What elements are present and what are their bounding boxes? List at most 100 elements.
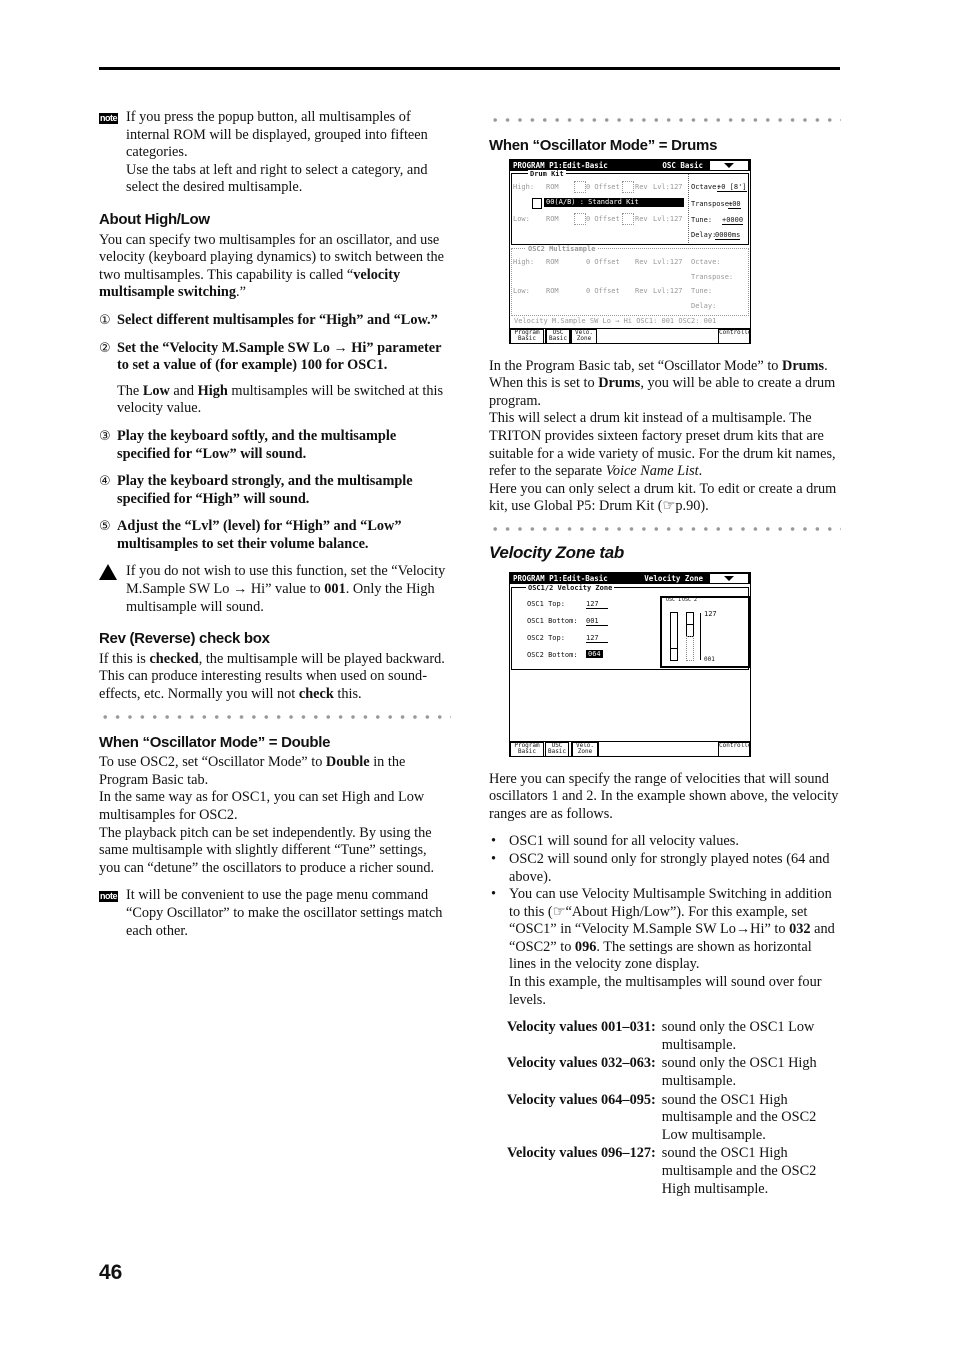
step-item: ② Set the “Velocity M.Sample SW Lo → Hi” …: [99, 340, 451, 375]
caution-icon: [99, 564, 117, 581]
step-text: Play the keyboard softly, and the multis…: [117, 428, 451, 463]
drum-kit-selector[interactable]: 00(A/B) : Standard Kit: [544, 197, 684, 207]
velocity-range: Velocity values 001–031:: [507, 1019, 656, 1036]
delay-value[interactable]: 0000ms: [715, 231, 741, 240]
tune-value[interactable]: +0000: [722, 216, 744, 225]
lcd-tab-bar: Program Basic OSC Basic Velo. Zone Contr…: [510, 327, 750, 343]
text-run: and: [169, 382, 198, 399]
osc2-bottom-value[interactable]: 064: [586, 649, 603, 658]
note-text: If you press the popup button, all multi…: [126, 109, 451, 197]
note-paragraph: It will be convenient to use the page me…: [126, 887, 451, 940]
osc2-top-value[interactable]: 127: [586, 634, 608, 643]
graph-scale: [700, 612, 701, 660]
bullet-text: You can use Velocity Multisample Switchi…: [509, 886, 841, 1009]
osc2-tune-label: Tune:: [691, 286, 713, 295]
paragraph: You can specify two multisamples for an …: [99, 232, 451, 302]
text-run: Play the keyboard strongly, and the mult…: [117, 473, 413, 507]
high-rom: ROM: [546, 182, 559, 191]
osc1-zone-bar: [670, 611, 678, 661]
osc2-low-offset: 0 Offset: [586, 286, 620, 295]
text-run-bold: Low: [142, 382, 170, 399]
bullet-item: • You can use Velocity Multisample Switch…: [489, 886, 841, 1009]
step-number: ③: [99, 428, 111, 444]
osc2-zone-bar: [686, 611, 694, 637]
note-icon: note: [99, 891, 118, 903]
section-heading: When “Oscillator Mode” = Drums: [489, 137, 718, 154]
high-offset-checkbox[interactable]: [574, 180, 586, 193]
drum-kit-popup-button[interactable]: [532, 197, 542, 209]
graph-osc1-label: OSC 1: [666, 596, 682, 603]
velocity-values-table: Velocity values 001–031: sound only the O…: [507, 1019, 841, 1199]
step-number: ⑤: [99, 519, 111, 535]
high-rev-checkbox[interactable]: [622, 180, 634, 193]
octave-value[interactable]: +0 [8']: [717, 183, 747, 192]
page-number: 46: [99, 1261, 123, 1284]
tab-osc-basic[interactable]: OSC Basic: [545, 741, 569, 756]
text-run: Here you can only select a drum kit. To …: [489, 480, 837, 515]
paragraph: If this is checked, the multisample will…: [99, 651, 451, 704]
velocity-range: Velocity values 096–127:: [507, 1145, 656, 1162]
text-run: The playback pitch can be set independen…: [99, 824, 435, 876]
page-menu-dropdown-icon[interactable]: [710, 160, 748, 170]
low-rom: ROM: [546, 214, 559, 223]
lcd-page-name: Velocity Zone: [644, 573, 703, 583]
low-offset-checkbox[interactable]: [574, 212, 586, 225]
tab-controller[interactable]: Controller: [718, 328, 750, 343]
lcd-title: PROGRAM P1:Edit-Basic: [513, 573, 608, 583]
text-run: .: [698, 463, 703, 480]
page-menu-dropdown-icon[interactable]: [710, 573, 748, 583]
osc2-high-rev: Rev: [635, 257, 648, 266]
osc2-high-rom: ROM: [546, 257, 559, 266]
text-run: Set the “Velocity M.Sample SW Lo → Hi” p…: [117, 339, 442, 374]
osc1-top-value[interactable]: 127: [586, 600, 608, 609]
transpose-value[interactable]: +00: [728, 200, 741, 209]
paragraph: Here you can only select a drum kit. To …: [489, 481, 841, 516]
dotted-separator: [489, 117, 841, 123]
note-text: It will be convenient to use the page me…: [126, 887, 451, 940]
text-run-bold: 096: [574, 938, 597, 955]
text-run: In the Program Basic tab, set “Oscillato…: [489, 357, 783, 374]
tab-osc-basic[interactable]: OSC Basic: [545, 327, 571, 343]
osc2-high-offset: 0 Offset: [586, 257, 620, 266]
osc2-high-label: High:: [513, 257, 535, 266]
low-level[interactable]: Lvl:127: [653, 215, 683, 223]
left-column: note If you press the popup button, all m…: [99, 109, 451, 950]
tab-controller[interactable]: Controller: [718, 741, 750, 756]
text-run: .”: [236, 284, 246, 301]
tab-program-basic[interactable]: Program Basic: [510, 328, 544, 343]
high-level[interactable]: Lvl:127: [653, 183, 683, 191]
text-run: You can use Velocity Multisample Switchi…: [509, 886, 832, 938]
note-paragraph: If you press the popup button, all multi…: [126, 109, 451, 162]
tab-velo-zone[interactable]: Velo. Zone: [571, 740, 599, 756]
note-block: note If you press the popup button, all m…: [99, 109, 451, 197]
transpose-label: Transpose:: [691, 199, 734, 208]
text-run-italic: Voice Name List: [605, 463, 699, 480]
text-run-bold: Drums: [598, 375, 641, 392]
text-run-bold: 001: [324, 581, 346, 598]
paragraph: This will select a drum kit instead of a…: [489, 410, 841, 480]
step-number: ④: [99, 474, 111, 490]
bullet-extra: In this example, the multisamples will s…: [509, 974, 841, 1009]
bullet-item: • OSC1 will sound for all velocity values…: [489, 833, 841, 851]
osc1-bottom-value[interactable]: 001: [586, 617, 608, 626]
graph-bottom-label: 001: [704, 655, 715, 663]
low-rev-checkbox[interactable]: [622, 212, 634, 225]
text-run: Here you can specify the range of veloci…: [489, 770, 839, 822]
paragraph: The playback pitch can be set independen…: [99, 825, 451, 878]
high-rev-label: Rev: [635, 182, 648, 191]
tab-program-basic[interactable]: Program Basic: [510, 741, 544, 756]
bullet-list: • OSC1 will sound for all velocity values…: [489, 833, 841, 1009]
text-run: In the same way as for OSC1, you can set…: [99, 789, 425, 823]
step-number: ①: [99, 312, 111, 328]
lcd-tab-bar: Program Basic OSC Basic Velo. Zone Contr…: [510, 740, 750, 756]
text-run: this.: [333, 686, 362, 703]
section-drum-kit: Drum Kit: [528, 169, 566, 178]
velocity-range: Velocity values 064–095:: [507, 1091, 656, 1108]
step-detail: The Low and High multisamples will be sw…: [117, 383, 451, 418]
step-item: ⑤ Adjust the “Lvl” (level) for “High” and…: [99, 518, 451, 553]
text-run: In this example, the multisamples will s…: [509, 974, 822, 1008]
osc2-delay-label: Delay:: [691, 301, 717, 310]
section-heading: Velocity Zone tab: [489, 542, 625, 562]
bullet-text: OSC2 will sound only for strongly played…: [509, 851, 841, 886]
tab-velo-zone[interactable]: Velo. Zone: [571, 328, 597, 343]
